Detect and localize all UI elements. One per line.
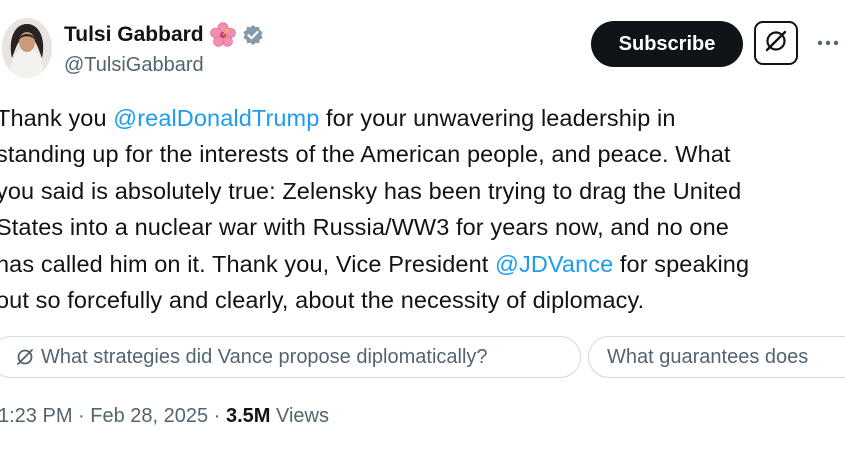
- tweet-text-line: States into a nuclear war with Russia/WW…: [0, 209, 845, 245]
- tweet-text-line: Thank you @realDonaldTrump for your unwa…: [0, 100, 845, 136]
- tweet-time[interactable]: 1:23 PM: [0, 405, 72, 427]
- grok-prompt-chip[interactable]: What guarantees does: [588, 336, 845, 378]
- tweet-text-segment: Thank you: [0, 105, 114, 131]
- subscribe-button[interactable]: Subscribe: [591, 21, 743, 67]
- tweet-text-line: standing up for the interests of the Ame…: [0, 136, 845, 172]
- author-name-row: Tulsi Gabbard: [64, 22, 264, 48]
- tweet-text-line: has called him on it. Thank you, Vice Pr…: [0, 246, 845, 282]
- views-count: 3.5M: [225, 405, 271, 427]
- tweet-text-segment: standing up for the interests of the Ame…: [0, 141, 731, 168]
- tweet-text-segment: for your unwavering leadership in: [319, 105, 676, 131]
- grok-icon: [15, 347, 35, 367]
- grok-prompt-text: What strategies did Vance propose diplom…: [41, 345, 488, 368]
- more-options-icon: [817, 33, 839, 51]
- grok-prompt-text: What guarantees does: [607, 345, 809, 368]
- tweet-text-segment: States into a nuclear war with Russia/WW…: [0, 214, 729, 241]
- grok-button[interactable]: [754, 21, 798, 65]
- mention-link[interactable]: @JDVance: [495, 251, 613, 277]
- grok-icon: [763, 28, 789, 59]
- verified-badge-icon[interactable]: [242, 24, 264, 46]
- tweet-text-segment: has called him on it. Thank you, Vice Pr…: [0, 250, 496, 277]
- hibiscus-flower-icon: [209, 22, 236, 48]
- tweet-text-segment: you said is absolutely true: Zelensky ha…: [0, 177, 742, 204]
- more-options-button[interactable]: [816, 30, 840, 54]
- tweet-text-segment: for speaking: [613, 250, 750, 277]
- tweet-text-line: out so forcefully and clearly, about the…: [0, 282, 845, 318]
- grok-prompt-chip[interactable]: What strategies did Vance propose diplom…: [0, 336, 581, 378]
- tweet-meta: 1:23 PM · Feb 28, 2025 · 3.5M Views: [0, 405, 329, 428]
- tweet-text: Thank you @realDonaldTrump for your unwa…: [0, 100, 845, 318]
- mention-link[interactable]: @realDonaldTrump: [113, 105, 319, 131]
- author-name[interactable]: Tulsi Gabbard: [64, 23, 204, 47]
- tweet-date[interactable]: Feb 28, 2025: [90, 405, 208, 427]
- tweet-text-line: you said is absolutely true: Zelensky ha…: [0, 173, 845, 209]
- views-label: Views: [275, 405, 329, 427]
- tweet-text-segment: out so forcefully and clearly, about the…: [0, 287, 645, 314]
- avatar[interactable]: [2, 18, 52, 78]
- author-handle[interactable]: @TulsiGabbard: [64, 54, 204, 77]
- meta-separator: ·: [213, 405, 221, 427]
- meta-separator: ·: [78, 405, 85, 427]
